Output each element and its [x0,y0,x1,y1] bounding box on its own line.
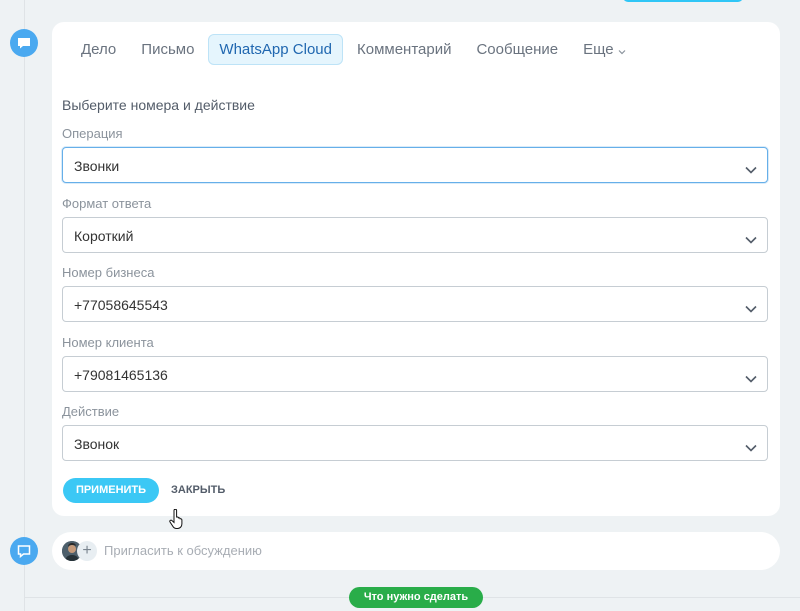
response-format-value: Короткий [74,228,134,244]
operation-label: Операция [62,126,123,141]
chevron-down-icon [745,300,757,318]
chevron-down-icon [745,231,757,249]
chat-icon [10,29,38,57]
timeline-line [24,0,25,611]
form-hint: Выберите номера и действие [62,97,255,113]
add-user-button[interactable]: + [77,541,97,561]
close-button[interactable]: ЗАКРЫТЬ [171,478,225,503]
chevron-down-icon [745,161,757,179]
hand-cursor-icon [169,508,185,534]
tab-message[interactable]: Сообщение [465,34,569,65]
business-number-label: Номер бизнеса [62,265,155,280]
tab-whatsapp-cloud[interactable]: WhatsApp Cloud [208,34,343,66]
action-select[interactable]: Звонок [62,425,768,461]
chevron-down-icon [618,42,626,59]
business-number-select[interactable]: +77058645543 [62,286,768,322]
timeline-page: Дело Письмо WhatsApp Cloud Комментарий С… [0,0,800,611]
comment-bar[interactable]: + Пригласить к обсуждению [52,532,780,570]
activity-editor-card: Дело Письмо WhatsApp Cloud Комментарий С… [52,22,780,529]
operation-value: Звонки [74,158,120,174]
tab-more[interactable]: Еще [572,34,637,66]
action-value: Звонок [74,436,120,452]
response-format-select[interactable]: Короткий [62,217,768,253]
action-label: Действие [62,404,120,419]
invite-input[interactable]: Пригласить к обсуждению [104,543,262,558]
operation-select[interactable]: Звонки [62,147,768,183]
tab-task[interactable]: Дело [70,34,127,65]
tab-comment[interactable]: Комментарий [346,34,462,65]
tab-email[interactable]: Письмо [130,34,205,65]
top-button-edge[interactable] [623,0,743,2]
response-format-label: Формат ответа [62,196,152,211]
activity-tabs: Дело Письмо WhatsApp Cloud Комментарий С… [70,34,640,66]
comment-icon [10,537,38,565]
tab-more-label: Еще [583,41,614,58]
apply-button[interactable]: ПРИМЕНИТЬ [63,478,159,503]
chevron-down-icon [745,439,757,457]
client-number-select[interactable]: +79081465136 [62,356,768,392]
todo-button[interactable]: Что нужно сделать [349,587,483,608]
client-number-value: +79081465136 [74,367,168,383]
business-number-value: +77058645543 [74,297,168,313]
chevron-down-icon [745,370,757,388]
client-number-label: Номер клиента [62,335,154,350]
